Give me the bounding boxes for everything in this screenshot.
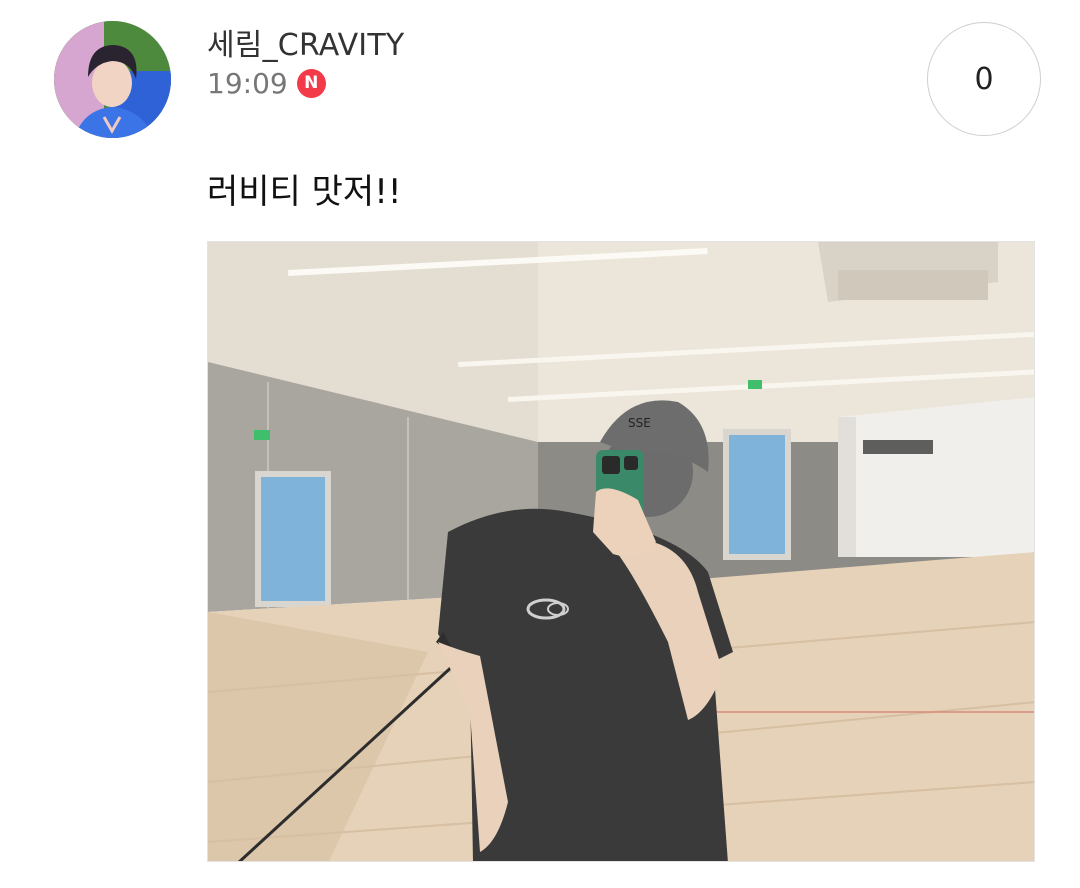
author-name[interactable]: 세림_CRAVITY xyxy=(207,20,404,64)
post-photo-image: SSE xyxy=(208,242,1034,861)
post-meta: 19:09 N xyxy=(207,63,326,103)
post-time: 19:09 xyxy=(207,66,288,100)
new-badge-icon: N xyxy=(296,68,326,98)
post-photo[interactable]: SSE xyxy=(207,241,1035,862)
post-text: 러비티 맛저!! xyxy=(207,172,402,212)
reaction-count-button[interactable]: 0 xyxy=(927,22,1041,136)
svg-text:SSE: SSE xyxy=(628,416,651,430)
avatar-image xyxy=(54,21,171,138)
reaction-count: 0 xyxy=(974,61,994,97)
avatar[interactable] xyxy=(54,21,171,138)
